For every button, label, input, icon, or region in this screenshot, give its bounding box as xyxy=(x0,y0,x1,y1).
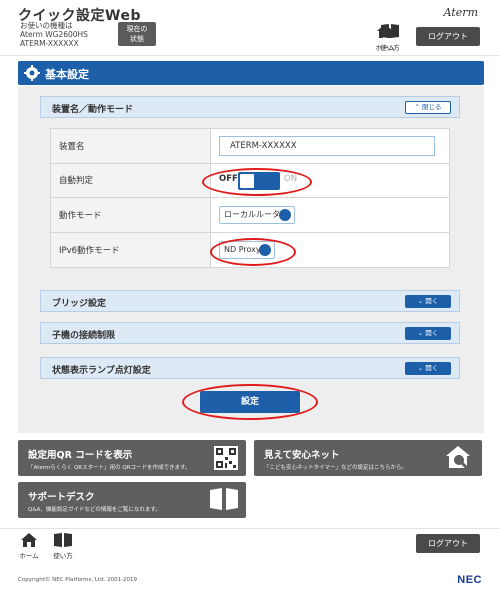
footer-logout-button[interactable]: ログアウト xyxy=(416,534,480,553)
mode-value: ローカルルータ xyxy=(224,210,280,219)
book-icon xyxy=(381,24,399,38)
qr-code-icon xyxy=(214,446,238,470)
nec-logo: NEC xyxy=(457,574,482,586)
accordion-title: 子機の接続制限 xyxy=(52,331,116,341)
help-button-main[interactable]: 使い方 xyxy=(378,24,402,52)
accordion-title: 装置名／動作モード xyxy=(52,105,134,115)
open-button[interactable]: ⌄ 開く xyxy=(405,327,451,340)
mode-label: 動作モード xyxy=(51,198,211,232)
footer-bar: ホーム 使い方 ログアウト xyxy=(0,528,500,562)
open-button[interactable]: ⌄ 開く xyxy=(405,295,451,308)
gear-icon xyxy=(24,65,40,81)
chevron-up-icon: ⌃ xyxy=(414,103,420,111)
tile-title: サポートデスク xyxy=(28,492,95,503)
highlight-oval-ipv6 xyxy=(210,238,296,266)
accordion-title: ブリッジ設定 xyxy=(52,299,107,309)
support-desk-tile[interactable]: サポートデスク Q&A、機能設定ガイドなどの情報をご覧になれます。 xyxy=(18,482,246,518)
tile-desc: 「こども安心ネットタイマー」などの設定はこちらから。 xyxy=(264,465,408,471)
home-icon xyxy=(21,533,37,547)
chevron-down-icon: ⌄ xyxy=(417,329,424,337)
current-status-button[interactable]: 現在の 状態 xyxy=(118,22,156,46)
footer-home-label: ホーム xyxy=(19,552,39,560)
model-id: ATERM-XXXXXX xyxy=(20,39,79,48)
tile-desc: Q&A、機能設定ガイドなどの情報をご覧になれます。 xyxy=(28,507,161,513)
help-label: 使い方 xyxy=(380,44,400,52)
qr-code-tile[interactable]: 設定用QR コードを表示 「Atermらくらく QRスタート」用の QRコードを… xyxy=(18,440,246,476)
book-icon xyxy=(210,488,238,510)
open-button[interactable]: ⌄ 開く xyxy=(405,362,451,375)
copyright: Copyright© NEC Platforms, Ltd. 2001-2019 xyxy=(18,577,138,583)
mode-select[interactable]: ローカルルータ xyxy=(219,206,295,224)
header: クイック設定Web お使いの機種は Aterm WG2600HS ATERM-X… xyxy=(0,0,500,56)
logout-button[interactable]: ログアウト xyxy=(416,27,480,46)
model-name: Aterm WG2600HS xyxy=(20,30,88,39)
section-title-bar: 基本設定 xyxy=(18,61,484,85)
accordion-bridge: ブリッジ設定 ⌄ 開く xyxy=(40,290,460,312)
highlight-oval-toggle xyxy=(202,168,312,196)
tile-desc: 「Atermらくらく QRスタート」用の QRコードを作成できます。 xyxy=(28,465,191,471)
tile-title: 見えて安心ネット xyxy=(264,450,340,461)
aterm-logo: Aterm xyxy=(443,6,478,19)
accordion-child-limit: 子機の接続制限 ⌄ 開く xyxy=(40,322,460,344)
tile-title: 設定用QR コードを表示 xyxy=(28,450,133,461)
row-device-name: 装置名 ATERM-XXXXXX xyxy=(51,129,449,164)
device-name-input[interactable]: ATERM-XXXXXX xyxy=(219,136,435,156)
safety-net-tile[interactable]: 見えて安心ネット 「こども安心ネットタイマー」などの設定はこちらから。 xyxy=(254,440,482,476)
row-mode: 動作モード ローカルルータ xyxy=(51,198,449,233)
chevron-down-icon: ⌄ xyxy=(417,297,424,305)
close-button[interactable]: ⌃ 閉じる xyxy=(405,101,451,114)
chevron-down-icon: ⌄ xyxy=(417,364,424,372)
device-name-label: 装置名 xyxy=(51,129,211,163)
auto-detect-label: 自動判定 xyxy=(51,163,211,197)
section-title: 基本設定 xyxy=(45,68,89,81)
footer-home-button[interactable]: ホーム xyxy=(16,533,42,560)
accordion-device-name: 装置名／動作モード ⌃ 閉じる xyxy=(40,96,460,118)
submit-button[interactable]: 設定 xyxy=(200,391,300,413)
accordion-title: 状態表示ランプ点灯設定 xyxy=(52,366,151,376)
book-icon xyxy=(54,533,72,547)
house-search-icon xyxy=(446,446,470,470)
footer-help-button[interactable]: 使い方 xyxy=(50,533,76,560)
chevron-down-icon xyxy=(279,209,291,221)
footer-help-label: 使い方 xyxy=(53,552,73,560)
ipv6-label: IPv6動作モード xyxy=(51,232,211,267)
accordion-lamp: 状態表示ランプ点灯設定 ⌄ 開く xyxy=(40,357,460,379)
